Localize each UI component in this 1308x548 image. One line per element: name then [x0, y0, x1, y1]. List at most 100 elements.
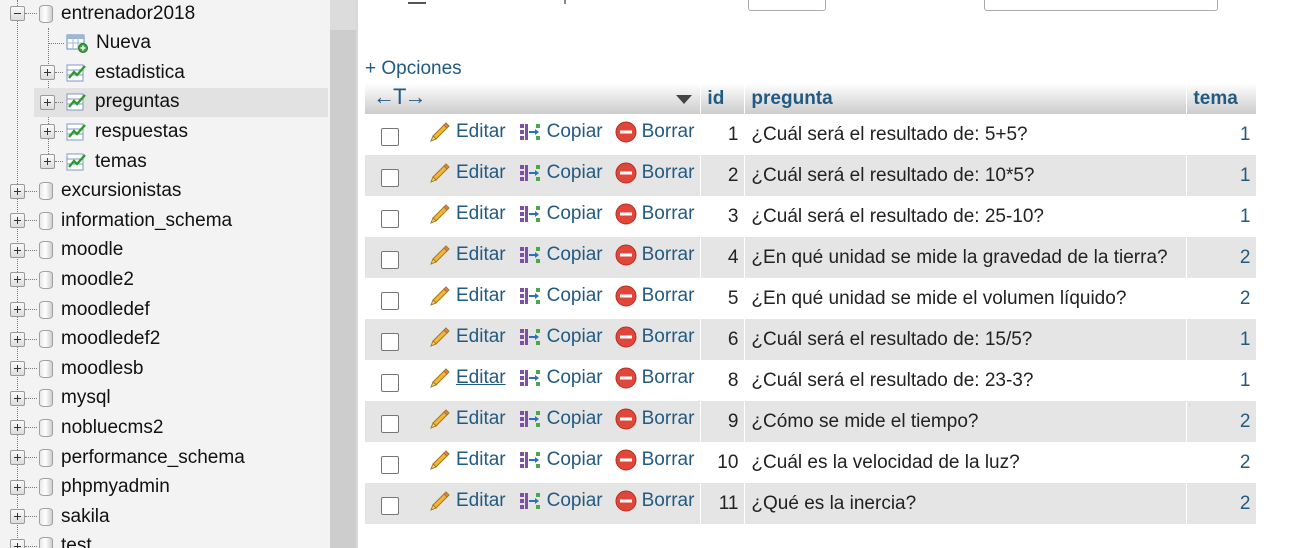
- copy-button[interactable]: Copiar: [518, 203, 603, 225]
- expand-icon[interactable]: [40, 94, 55, 110]
- nav-scrollbar-thumb[interactable]: [330, 30, 356, 548]
- delete-button[interactable]: Borrar: [615, 449, 694, 471]
- copy-button[interactable]: Copiar: [518, 162, 603, 184]
- copy-button[interactable]: Copiar: [518, 285, 603, 307]
- expand-icon[interactable]: [40, 65, 55, 81]
- cell-tema-link[interactable]: 1: [1187, 114, 1257, 155]
- copy-button[interactable]: Copiar: [518, 326, 603, 348]
- tree-item-performance-schema[interactable]: performance_schema: [10, 443, 330, 472]
- row-checkbox[interactable]: [381, 456, 399, 475]
- copy-button[interactable]: Copiar: [518, 449, 603, 471]
- delete-button[interactable]: Borrar: [615, 121, 694, 143]
- partial-checkbox[interactable]: [408, 0, 426, 4]
- delete-button[interactable]: Borrar: [615, 203, 694, 225]
- row-checkbox[interactable]: [381, 210, 399, 229]
- delete-button[interactable]: Borrar: [615, 490, 694, 512]
- column-header-id[interactable]: id: [701, 83, 745, 114]
- cell-tema-link[interactable]: 2: [1187, 278, 1257, 319]
- tree-item-entrenador2018[interactable]: entrenador2018: [10, 0, 330, 28]
- column-header-pregunta[interactable]: pregunta: [745, 83, 1187, 114]
- delete-button[interactable]: Borrar: [615, 408, 694, 430]
- tree-item-phpmyadmin[interactable]: phpmyadmin: [10, 473, 330, 502]
- expand-icon[interactable]: [10, 538, 25, 548]
- delete-button[interactable]: Borrar: [615, 244, 694, 266]
- delete-button[interactable]: Borrar: [615, 326, 694, 348]
- edit-button[interactable]: Editar: [429, 367, 506, 389]
- tree-item-respuestas[interactable]: respuestas: [34, 117, 328, 146]
- copy-button[interactable]: Copiar: [518, 408, 603, 430]
- tree-item-excursionistas[interactable]: excursionistas: [10, 177, 330, 206]
- tree-item-moodlesb[interactable]: moodlesb: [10, 354, 330, 383]
- edit-button[interactable]: Editar: [429, 162, 506, 184]
- cell-tema-link[interactable]: 1: [1187, 360, 1257, 401]
- expand-icon[interactable]: [40, 154, 55, 169]
- row-checkbox[interactable]: [381, 415, 399, 434]
- cell-pregunta: ¿Cuál es la velocidad de la luz?: [745, 442, 1187, 483]
- expand-icon[interactable]: [10, 450, 25, 465]
- expand-icon[interactable]: [10, 420, 25, 436]
- tree-item-label: sakila: [61, 505, 110, 527]
- expand-icon[interactable]: [10, 302, 25, 317]
- expand-icon[interactable]: [10, 183, 25, 199]
- edit-button[interactable]: Editar: [429, 408, 506, 430]
- row-checkbox[interactable]: [381, 128, 399, 147]
- edit-button[interactable]: Editar: [429, 203, 506, 225]
- delete-button[interactable]: Borrar: [615, 285, 694, 307]
- edit-button[interactable]: Editar: [429, 449, 506, 471]
- options-link[interactable]: + Opciones: [365, 58, 462, 80]
- copy-button[interactable]: Copiar: [518, 367, 603, 389]
- expand-icon[interactable]: [10, 213, 25, 229]
- edit-button[interactable]: Editar: [429, 244, 506, 266]
- cell-tema-link[interactable]: 2: [1187, 483, 1257, 524]
- row-checkbox[interactable]: [381, 251, 399, 270]
- row-checkbox[interactable]: [381, 497, 399, 516]
- column-arrows-icon[interactable]: ←T→: [373, 84, 426, 110]
- expand-icon[interactable]: [10, 242, 25, 258]
- expand-icon[interactable]: [10, 390, 25, 406]
- copy-button[interactable]: Copiar: [518, 490, 603, 512]
- edit-button[interactable]: Editar: [429, 285, 506, 307]
- tree-item-nobluecms2[interactable]: nobluecms2: [10, 413, 330, 442]
- tree-item-moodledef[interactable]: moodledef: [10, 295, 330, 324]
- row-checkbox[interactable]: [381, 374, 399, 393]
- tree-item-preguntas[interactable]: preguntas: [34, 87, 328, 117]
- tree-item-test[interactable]: test: [10, 532, 330, 548]
- delete-button[interactable]: Borrar: [615, 162, 694, 184]
- cell-tema-link[interactable]: 1: [1187, 196, 1257, 237]
- tree-item-estadistica[interactable]: estadistica: [34, 58, 328, 87]
- dropdown-triangle-icon[interactable]: [676, 95, 693, 104]
- tree-item-moodle[interactable]: moodle: [10, 236, 330, 265]
- row-checkbox[interactable]: [381, 169, 399, 188]
- edit-button[interactable]: Editar: [429, 121, 506, 143]
- tree-item-moodledef2[interactable]: moodledef2: [10, 325, 330, 354]
- partial-input[interactable]: [748, 0, 826, 11]
- expand-icon[interactable]: [10, 509, 25, 525]
- expand-icon[interactable]: [10, 361, 25, 377]
- copy-button[interactable]: Copiar: [518, 121, 603, 143]
- copy-button[interactable]: Copiar: [518, 244, 603, 266]
- tree-item-nueva[interactable]: Nueva: [34, 29, 328, 58]
- expand-icon[interactable]: [10, 272, 25, 288]
- tree-item-mysql[interactable]: mysql: [10, 384, 330, 413]
- column-header-tema[interactable]: tema: [1187, 83, 1257, 114]
- tree-item-moodle2[interactable]: moodle2: [10, 265, 330, 294]
- tree-item-sakila[interactable]: sakila: [10, 502, 330, 531]
- cell-tema-link[interactable]: 2: [1187, 237, 1257, 278]
- expand-icon[interactable]: [10, 331, 25, 347]
- tree-item-information-schema[interactable]: information_schema: [10, 206, 330, 235]
- expand-icon[interactable]: [40, 124, 55, 140]
- edit-button[interactable]: Editar: [429, 490, 506, 512]
- tree-item-temas[interactable]: temas: [34, 147, 328, 176]
- row-checkbox[interactable]: [381, 333, 399, 352]
- cell-tema-link[interactable]: 2: [1187, 401, 1257, 442]
- row-checkbox[interactable]: [381, 292, 399, 311]
- partial-search-input[interactable]: [984, 0, 1218, 11]
- cell-tema-link[interactable]: 1: [1187, 155, 1257, 196]
- collapse-icon[interactable]: [10, 6, 25, 21]
- cell-tema-link[interactable]: 1: [1187, 319, 1257, 360]
- expand-icon[interactable]: [10, 479, 25, 495]
- edit-button[interactable]: Editar: [429, 326, 506, 348]
- nav-scrollbar[interactable]: [330, 0, 356, 548]
- delete-button[interactable]: Borrar: [615, 367, 694, 389]
- cell-tema-link[interactable]: 2: [1187, 442, 1257, 483]
